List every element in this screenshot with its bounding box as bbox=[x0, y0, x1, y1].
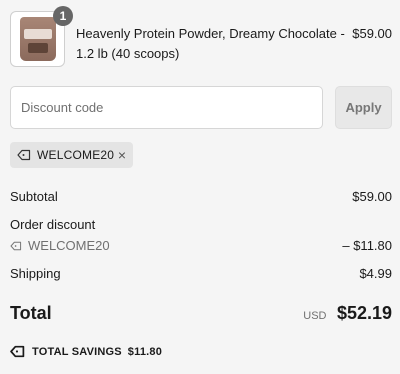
subtotal-label: Subtotal bbox=[10, 189, 58, 204]
discount-value: – $11.80 bbox=[342, 238, 392, 253]
subtotal-value: $59.00 bbox=[352, 189, 392, 204]
discount-code-input[interactable] bbox=[10, 86, 323, 129]
product-name: Heavenly Protein Powder, Dreamy Chocolat… bbox=[76, 26, 345, 61]
total-row: Total USD $52.19 bbox=[10, 303, 392, 324]
tag-icon bbox=[10, 241, 22, 251]
currency-code: USD bbox=[303, 310, 327, 322]
total-savings-label: TOTAL SAVINGS bbox=[32, 345, 122, 358]
apply-button[interactable]: Apply bbox=[335, 86, 392, 129]
order-discount-row: Order discount bbox=[10, 217, 392, 233]
discount-code-label: WELCOME20 bbox=[28, 238, 110, 253]
close-icon[interactable]: × bbox=[118, 148, 126, 162]
shipping-value: $4.99 bbox=[359, 266, 392, 281]
total-savings: TOTAL SAVINGS $11.80 bbox=[10, 345, 162, 358]
total-value: $52.19 bbox=[336, 303, 392, 323]
shipping-row: Shipping $4.99 bbox=[10, 266, 392, 282]
shipping-label: Shipping bbox=[10, 266, 61, 281]
order-discount-label: Order discount bbox=[10, 217, 96, 232]
total-savings-value: $11.80 bbox=[127, 345, 163, 358]
applied-discount-code: WELCOME20 bbox=[37, 148, 115, 162]
line-item: 1 Heavenly Protein Powder, Dreamy Chocol… bbox=[10, 6, 392, 69]
product-price: $59.00 bbox=[352, 26, 392, 41]
quantity-badge: 1 bbox=[53, 6, 73, 26]
tag-icon bbox=[10, 345, 25, 358]
total-label: Total bbox=[10, 303, 52, 323]
applied-discount-tag: WELCOME20 × bbox=[10, 142, 133, 168]
tag-icon bbox=[17, 149, 31, 161]
subtotal-row: Subtotal $59.00 bbox=[10, 189, 392, 205]
discount-code-row: WELCOME20 – $11.80 bbox=[10, 238, 392, 254]
product-image bbox=[19, 17, 56, 61]
